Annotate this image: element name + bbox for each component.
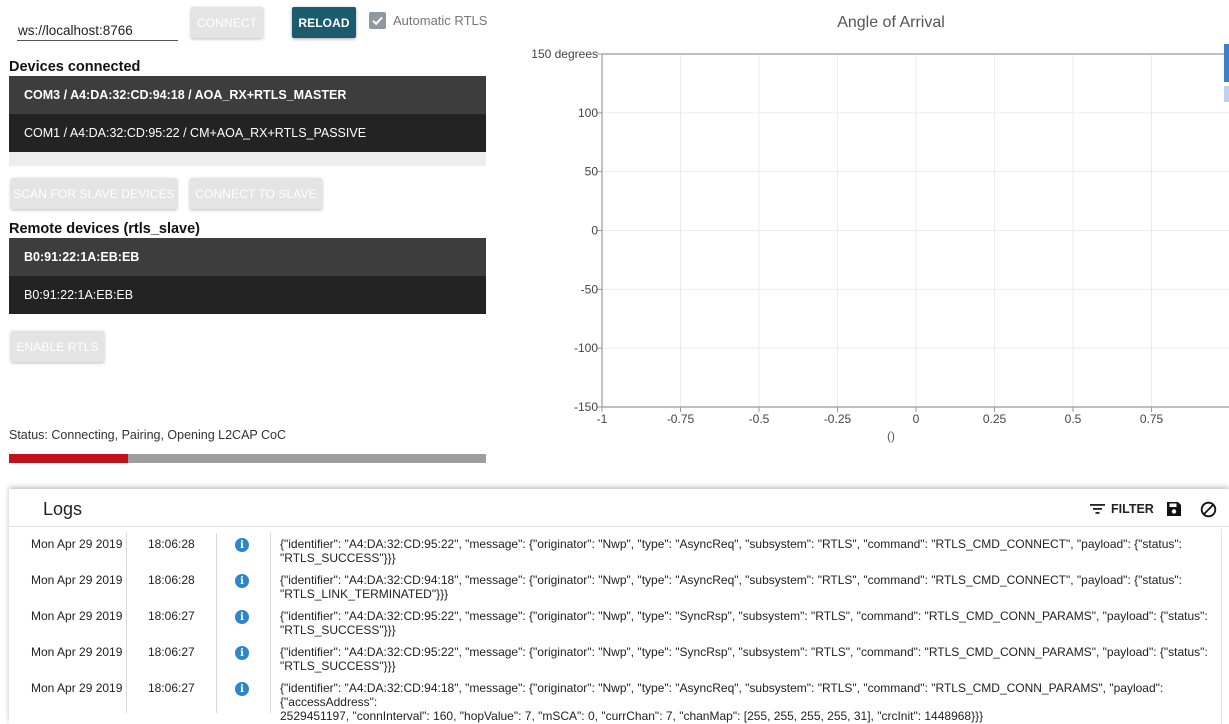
log-message: {"identifier": "A4:DA:32:CD:95:22", "mes… <box>280 537 1225 565</box>
log-message-line: "RTLS_SUCCESS"}}} <box>280 659 396 673</box>
side-tab[interactable] <box>1224 44 1229 82</box>
progress-bar <box>9 454 486 463</box>
x-tick-label: 0.75 <box>1140 412 1164 426</box>
scan-for-slave-devices-button[interactable]: SCAN FOR SLAVE DEVICES <box>11 178 177 209</box>
logs-divider <box>9 526 1229 527</box>
side-tab-secondary[interactable] <box>1224 86 1229 102</box>
filter-icon <box>1090 504 1105 514</box>
status-text: Status: Connecting, Pairing, Opening L2C… <box>9 428 287 442</box>
y-tick-label: -50 <box>581 282 599 296</box>
y-tick-label: 100 <box>578 106 598 120</box>
log-row[interactable]: Mon Apr 29 2019 18:06:28 i {"identifier"… <box>9 537 1229 573</box>
remote-device-item[interactable]: B0:91:22:1A:EB:EB <box>9 276 486 314</box>
info-icon: i <box>235 610 249 624</box>
websocket-url-input[interactable] <box>17 17 178 41</box>
x-tick-label: -0.5 <box>749 412 770 426</box>
chart-title: Angle of Arrival <box>837 14 945 31</box>
enable-rtls-button[interactable]: ENABLE RTLS <box>11 331 104 362</box>
log-date: Mon Apr 29 2019 <box>31 681 123 695</box>
log-message-line: 2529451197, "connInterval": 160, "hopVal… <box>280 709 984 723</box>
x-tick-label: -1 <box>597 412 608 426</box>
info-icon: i <box>235 646 249 660</box>
x-tick-label: -0.75 <box>667 412 695 426</box>
log-row[interactable]: Mon Apr 29 2019 18:06:27 i {"identifier"… <box>9 645 1229 681</box>
save-icon[interactable] <box>1166 501 1182 522</box>
log-message-line: {"identifier": "A4:DA:32:CD:95:22", "mes… <box>280 645 1208 659</box>
log-time: 18:06:27 <box>148 681 195 695</box>
automatic-rtls-checkbox[interactable]: Automatic RTLS <box>369 12 487 29</box>
log-row[interactable]: Mon Apr 29 2019 18:06:27 i {"identifier"… <box>9 609 1229 645</box>
log-time: 18:06:28 <box>148 537 195 551</box>
angle-of-arrival-chart: Angle of Arrival 150 degrees 100 50 0 -50 -10… <box>520 0 1229 460</box>
device-item[interactable]: COM1 / A4:DA:32:CD:95:22 / CM+AOA_RX+RTL… <box>9 114 486 152</box>
connect-button[interactable]: CONNECT <box>191 7 263 38</box>
logs-panel: Logs FILTER Mon Apr 29 2019 18:06:28 i {… <box>9 489 1229 724</box>
remote-devices-list: B0:91:22:1A:EB:EB B0:91:22:1A:EB:EB <box>9 238 486 314</box>
log-date: Mon Apr 29 2019 <box>31 537 123 551</box>
log-time: 18:06:27 <box>148 645 195 659</box>
devices-connected-title: Devices connected <box>9 59 141 75</box>
filter-button[interactable]: FILTER <box>1090 502 1154 516</box>
info-icon: i <box>235 682 249 696</box>
log-time: 18:06:27 <box>148 609 195 623</box>
x-tick-label: 0.5 <box>1065 412 1082 426</box>
checkbox-checked-icon[interactable] <box>369 12 386 29</box>
log-message-line: {"identifier": "A4:DA:32:CD:95:22", "mes… <box>280 537 1182 551</box>
clear-icon[interactable] <box>1200 501 1217 523</box>
log-message-line: "RTLS_SUCCESS"}}} <box>280 551 396 565</box>
log-time: 18:06:28 <box>148 573 195 587</box>
log-message: {"identifier": "A4:DA:32:CD:95:22", "mes… <box>280 645 1225 673</box>
y-tick-label: -150 <box>574 400 598 414</box>
chart-svg: Angle of Arrival 150 degrees100500-50-10… <box>531 14 1229 443</box>
progress-bar-fill <box>9 454 129 463</box>
logs-title: Logs <box>43 499 83 519</box>
chart-ticks: 150 degrees 100 50 0 -50 -100 -150-1 -0.75 -0.5 -… <box>531 47 1229 426</box>
log-message-line: {"identifier": "A4:DA:32:CD:94:18", "mes… <box>280 681 1164 709</box>
y-tick-label: -100 <box>574 341 598 355</box>
y-tick-label: 0 <box>591 224 598 238</box>
remote-device-item[interactable]: B0:91:22:1A:EB:EB <box>9 238 486 276</box>
info-icon: i <box>235 574 249 588</box>
log-row[interactable]: Mon Apr 29 2019 18:06:28 i {"identifier"… <box>9 573 1229 609</box>
y-tick-label: 50 <box>585 165 599 179</box>
filter-label: FILTER <box>1111 502 1154 516</box>
log-date: Mon Apr 29 2019 <box>31 573 123 587</box>
log-message-line: {"identifier": "A4:DA:32:CD:95:22", "mes… <box>280 609 1208 623</box>
log-message: {"identifier": "A4:DA:32:CD:94:18", "mes… <box>280 681 1225 723</box>
reload-button[interactable]: RELOAD <box>292 7 356 38</box>
chart-grid <box>601 53 1229 408</box>
log-message-line: "RTLS_LINK_TERMINATED"}}} <box>280 587 449 601</box>
log-message-line: {"identifier": "A4:DA:32:CD:94:18", "mes… <box>280 573 1182 587</box>
log-message: {"identifier": "A4:DA:32:CD:94:18", "mes… <box>280 573 1225 601</box>
x-tick-label: 0.25 <box>983 412 1007 426</box>
y-tick-label: 150 degrees <box>531 47 598 61</box>
automatic-rtls-label: Automatic RTLS <box>393 13 488 28</box>
devices-list: COM3 / A4:DA:32:CD:94:18 / AOA_RX+RTLS_M… <box>9 76 486 166</box>
remote-devices-title: Remote devices (rtls_slave) <box>9 221 201 237</box>
device-item[interactable]: COM3 / A4:DA:32:CD:94:18 / AOA_RX+RTLS_M… <box>9 76 486 114</box>
log-date: Mon Apr 29 2019 <box>31 645 123 659</box>
log-row[interactable]: Mon Apr 29 2019 18:06:27 i {"identifier"… <box>9 681 1229 723</box>
log-message: {"identifier": "A4:DA:32:CD:95:22", "mes… <box>280 609 1225 637</box>
x-tick-label: 0 <box>913 412 920 426</box>
x-tick-label: -0.25 <box>824 412 852 426</box>
info-icon: i <box>235 538 249 552</box>
log-date: Mon Apr 29 2019 <box>31 609 123 623</box>
connect-to-slave-button[interactable]: CONNECT TO SLAVE <box>190 178 322 209</box>
log-message-line: "RTLS_SUCCESS"}}} <box>280 623 396 637</box>
chart-x-axis-label: () <box>887 429 895 443</box>
